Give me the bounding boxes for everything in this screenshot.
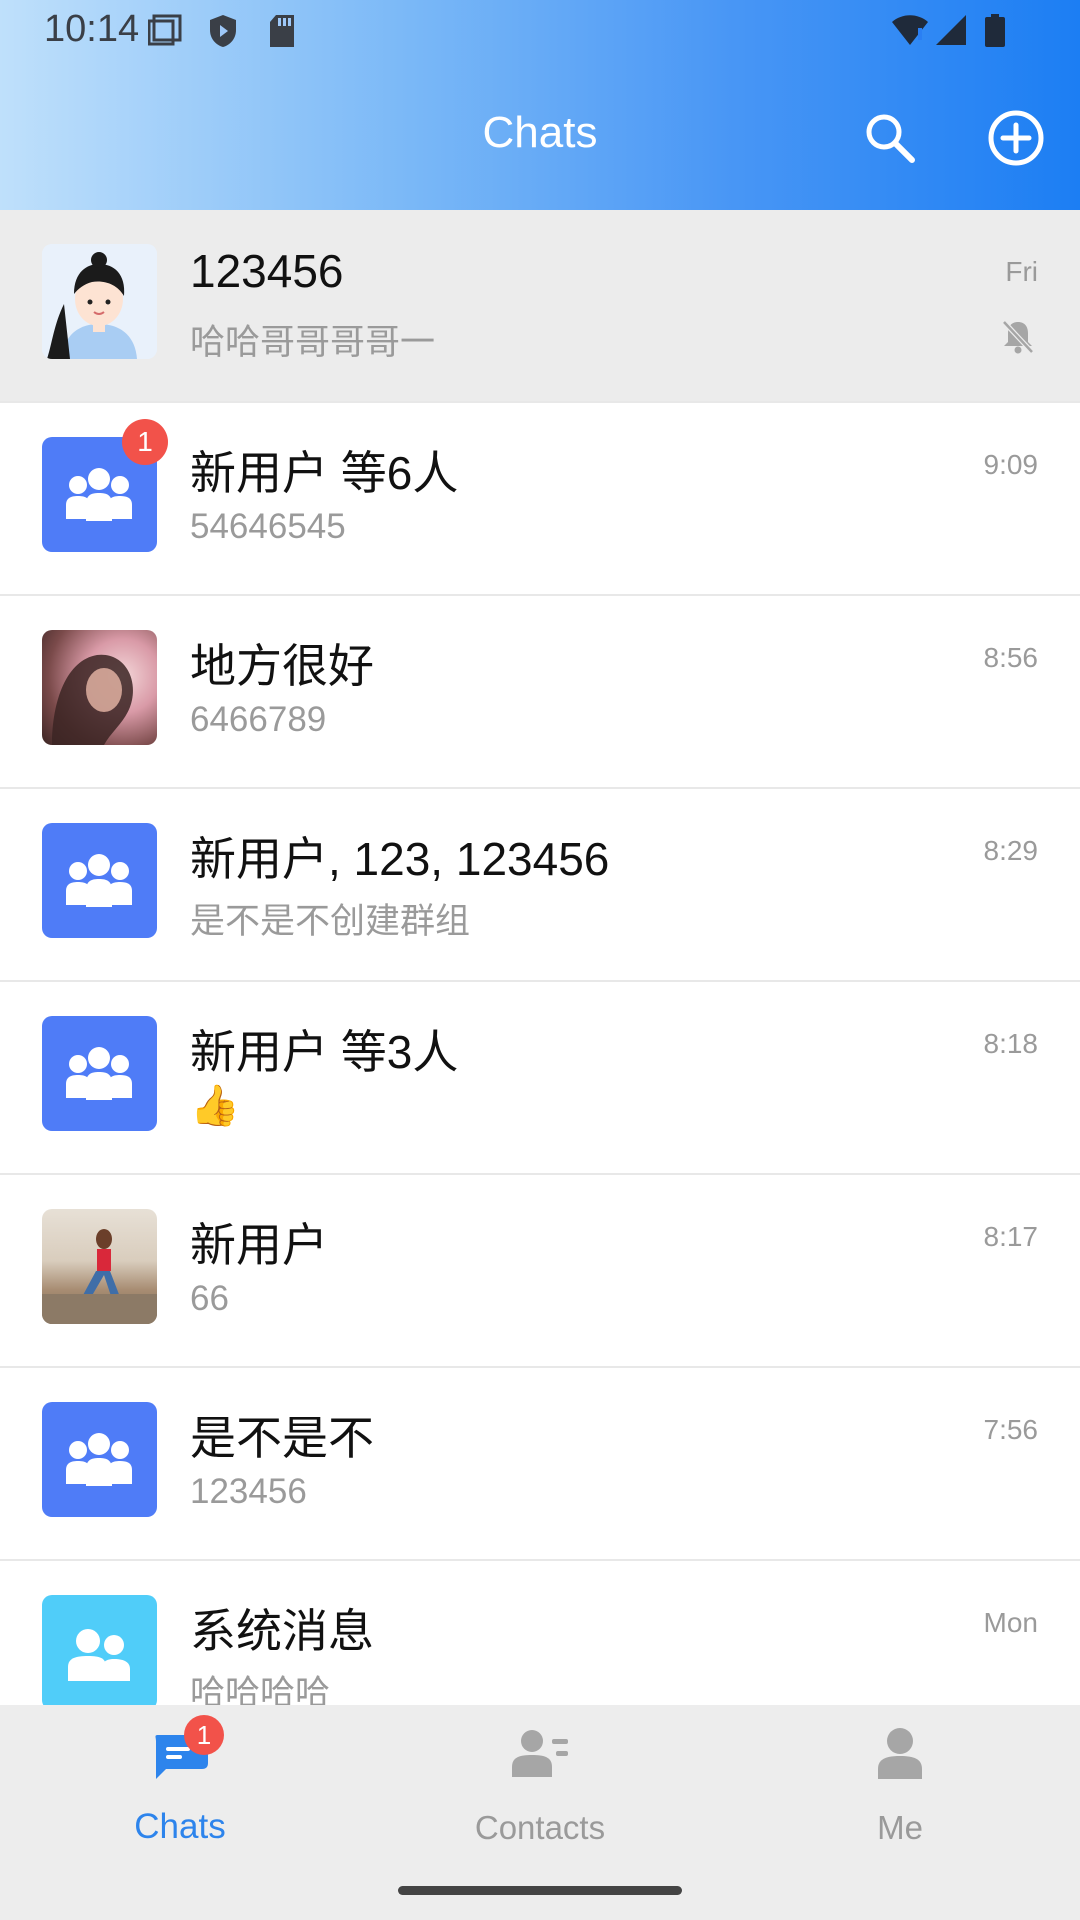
chat-time: 7:56	[983, 1414, 1039, 1445]
avatar	[42, 1209, 157, 1324]
mute-bell-icon	[1002, 320, 1034, 354]
chat-row[interactable]: 1 新用户 等6人 54646545 9:09	[0, 403, 1080, 596]
chat-preview: 54646545	[190, 507, 346, 546]
chat-row[interactable]: 是不是不 123456 7:56	[0, 1368, 1080, 1561]
shield-play-icon	[210, 15, 236, 47]
tab-label: Chats	[134, 1807, 226, 1846]
group-icon	[66, 1433, 132, 1486]
chat-preview: 66	[190, 1279, 229, 1318]
chat-time: Fri	[1005, 256, 1038, 287]
signal-icon	[936, 15, 966, 45]
tab-contacts[interactable]: Contacts	[440, 1725, 640, 1846]
tab-chats[interactable]: 1 Chats	[80, 1715, 280, 1846]
status-time: 10:14	[44, 8, 140, 50]
chat-name: 系统消息	[190, 1605, 374, 1657]
chat-name: 地方很好	[190, 640, 374, 692]
chat-preview: 123456	[190, 1472, 307, 1511]
screen-icon	[148, 14, 182, 46]
chat-time: 9:09	[983, 449, 1039, 480]
group-icon	[66, 1047, 132, 1100]
app-header: 10:14 Chats	[0, 0, 1080, 210]
status-bar: 10:14	[0, 0, 1080, 60]
group-icon	[66, 854, 132, 907]
chat-preview: 6466789	[190, 700, 327, 739]
group-avatar	[42, 1016, 157, 1131]
chat-time: Mon	[983, 1607, 1038, 1638]
chat-name: 新用户	[190, 1219, 328, 1271]
avatar	[42, 630, 157, 745]
chat-row[interactable]: 123456 哈哈哥哥哥哥一 Fri	[0, 210, 1080, 403]
chat-name: 新用户 等6人	[190, 447, 459, 499]
chat-preview: 👍	[190, 1084, 240, 1128]
chat-row[interactable]: 新用户 等3人 👍 8:18	[0, 982, 1080, 1175]
chat-time: 8:18	[983, 1028, 1039, 1059]
chat-row[interactable]: 新用户, 123, 123456 是不是不创建群组 8:29	[0, 789, 1080, 982]
chat-time: 8:17	[983, 1221, 1039, 1252]
chat-preview: 哈哈哈哈	[190, 1674, 331, 1705]
person-icon	[878, 1728, 922, 1779]
chat-row[interactable]: 新用户 66 8:17	[0, 1175, 1080, 1368]
wifi-icon	[892, 15, 928, 45]
chat-list[interactable]: 123456 哈哈哥哥哥哥一 Fri 1 新用户 等6人 54646545 9:…	[0, 210, 1080, 1705]
chat-row[interactable]: 系统消息 哈哈哈哈 Mon	[0, 1561, 1080, 1705]
home-indicator[interactable]	[398, 1886, 682, 1895]
chat-name: 新用户 等3人	[190, 1026, 459, 1078]
chat-name: 123456	[190, 245, 344, 297]
system-avatar	[42, 1595, 157, 1705]
chat-time: 8:29	[983, 835, 1039, 866]
unread-badge: 1	[184, 1715, 224, 1755]
chat-row[interactable]: 地方很好 6466789 8:56	[0, 596, 1080, 789]
avatar	[42, 244, 157, 359]
search-icon[interactable]	[860, 108, 920, 168]
group-avatar	[42, 823, 157, 938]
people-icon	[68, 1629, 130, 1681]
chat-preview: 哈哈哥哥哥哥一	[190, 323, 436, 362]
sd-card-icon	[270, 15, 294, 47]
group-avatar	[42, 1402, 157, 1517]
tab-label: Contacts	[474, 1809, 606, 1846]
chat-name: 是不是不	[190, 1412, 374, 1464]
chat-preview: 是不是不创建群组	[190, 902, 471, 941]
unread-badge: 1	[122, 419, 168, 465]
chat-name: 新用户, 123, 123456	[190, 833, 610, 885]
plus-circle-icon[interactable]	[986, 108, 1046, 168]
contacts-icon	[512, 1730, 568, 1777]
battery-icon	[985, 14, 1005, 47]
chat-time: 8:56	[983, 642, 1039, 673]
tab-label: Me	[877, 1809, 923, 1846]
tab-me[interactable]: Me	[800, 1725, 1000, 1846]
